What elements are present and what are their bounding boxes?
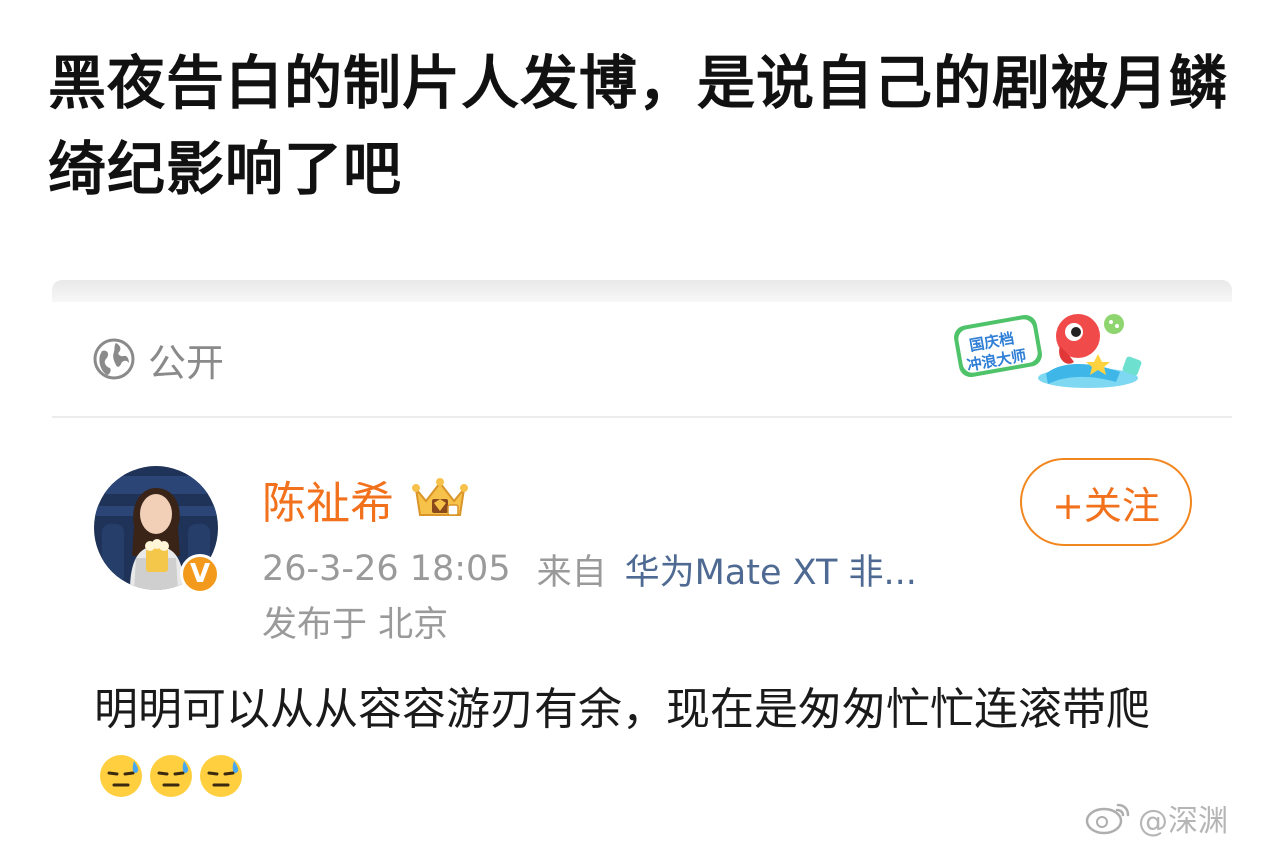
weibo-screenshot-page: 黑夜告白的制片人发博，是说自己的剧被月鳞绮纪影响了吧 公开 国庆档 冲浪大师 V…: [0, 0, 1284, 845]
card-top-edge: [52, 280, 1232, 302]
visibility-label: 公开: [148, 340, 225, 385]
post-meta: 26-3-26 18:05 来自 华为Mate XT 非...: [262, 544, 917, 595]
verified-badge: V: [180, 554, 220, 594]
post-device-link[interactable]: 华为Mate XT 非...: [625, 544, 917, 595]
card-divider: [52, 416, 1232, 418]
vip-crown-icon: [410, 475, 470, 523]
post-text: 明明可以从从容容游刃有余，现在是匆匆忙忙连滚带爬: [94, 684, 1150, 735]
post-location: 发布于 北京: [262, 605, 449, 645]
watermark-text: @深渊: [1138, 804, 1228, 839]
post-body: 明明可以从从容容游刃有余，现在是匆匆忙忙连滚带爬: [94, 678, 1204, 806]
headline: 黑夜告白的制片人发博，是说自己的剧被月鳞绮纪影响了吧: [48, 49, 1229, 203]
holiday-sticker: 国庆档 冲浪大师: [948, 302, 1148, 398]
follow-button[interactable]: +关注: [1020, 458, 1192, 546]
sweat-emoji-icon: [198, 753, 244, 799]
author-name-row: 陈祉希: [262, 467, 470, 531]
emoji-group: [98, 753, 244, 799]
post-time: 26-3-26 18:05: [262, 549, 511, 589]
weibo-logo-icon: [1084, 801, 1132, 835]
sweat-emoji-icon: [148, 753, 194, 799]
sweat-emoji-icon: [98, 753, 144, 799]
author-name[interactable]: 陈祉希: [262, 467, 394, 531]
post-source-label: 来自: [536, 552, 607, 593]
globe-icon: [92, 337, 136, 381]
watermark: @深渊: [1084, 798, 1228, 839]
author-avatar[interactable]: V: [94, 466, 220, 594]
visibility-indicator: 公开: [92, 334, 225, 385]
